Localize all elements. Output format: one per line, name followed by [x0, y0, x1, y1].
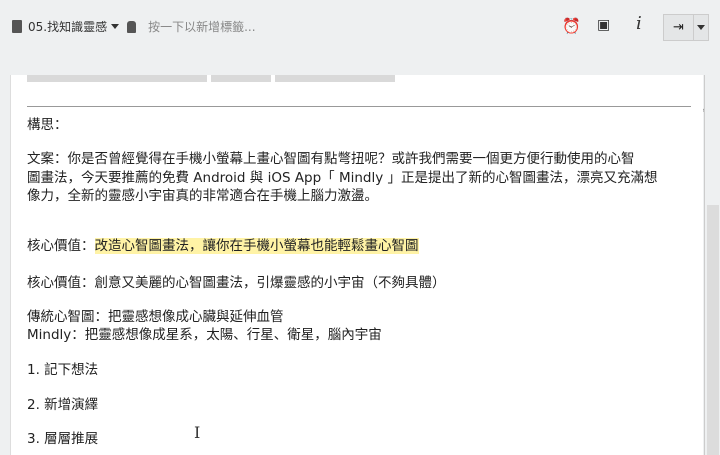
alarm-icon[interactable]: ⏰	[562, 17, 581, 35]
chevron-down-icon[interactable]	[111, 24, 120, 29]
share-dropdown[interactable]	[694, 15, 708, 40]
note-line: 文案：你是否曾經覺得在手機小螢幕上畫心智圖有點彆扭呢？或許我們需要一個更方便行動…	[27, 151, 635, 167]
info-icon[interactable]: i	[636, 13, 642, 34]
note-line: 圖畫法，今天要推薦的免費 Android 與 iOS App「 Mindly 」…	[27, 170, 658, 186]
note-line: 構思：	[27, 117, 68, 133]
note-editor[interactable]: 構思： 文案：你是否曾經覺得在手機小螢幕上畫心智圖有點彆扭呢？或許我們需要一個更…	[10, 75, 703, 455]
format-toolbar: Tahoma∨ 11∨ A B I U T ✎ ☰ ☷ ☑ ≡ ⇤ ⇥ ⊞ — …	[0, 50, 720, 123]
scrollbar-thumb[interactable]	[707, 205, 719, 455]
note-line: 核心價值：創意又美麗的心智圖畫法，引爆靈感的小宇宙（不夠具體）	[27, 275, 446, 291]
note-header: 05.找知識靈感 按一下以新增標籤... ⏰ ▣ i ⇥	[0, 0, 720, 48]
text-cursor-icon: I	[194, 423, 201, 442]
tag-icon	[127, 20, 137, 33]
share-button[interactable]: ⇥	[663, 14, 709, 41]
note-line: Mindly：把靈感想像成星系，太陽、行星、衛星，腦內宇宙	[27, 327, 382, 343]
tag-input[interactable]: 按一下以新增標籤...	[148, 18, 255, 35]
highlighted-text: 改造心智圖畫法，讓你在手機小螢幕也能輕鬆畫心智圖	[94, 238, 419, 254]
share-icon[interactable]: ⇥	[664, 15, 694, 40]
note-line: 2. 新增演繹	[27, 397, 99, 413]
label: 核心價值：	[27, 238, 95, 254]
scrollbar[interactable]	[704, 75, 720, 455]
clipped-line	[27, 75, 399, 85]
horizontal-rule	[27, 106, 691, 107]
note-line: 傳統心智圖：把靈感想像成心臟與延伸血管	[27, 309, 284, 325]
notebook-icon	[12, 20, 22, 33]
note-line: 1. 記下想法	[27, 362, 99, 378]
notebook-selector[interactable]: 05.找知識靈感	[28, 18, 107, 35]
presentation-icon[interactable]: ▣	[597, 17, 610, 33]
note-line: 像力，全新的靈感小宇宙真的非常適合在手機上腦力激盪。	[27, 188, 378, 204]
note-line: 核心價值：改造心智圖畫法，讓你在手機小螢幕也能輕鬆畫心智圖	[27, 237, 419, 256]
note-line: 3. 層層推展	[27, 431, 99, 447]
